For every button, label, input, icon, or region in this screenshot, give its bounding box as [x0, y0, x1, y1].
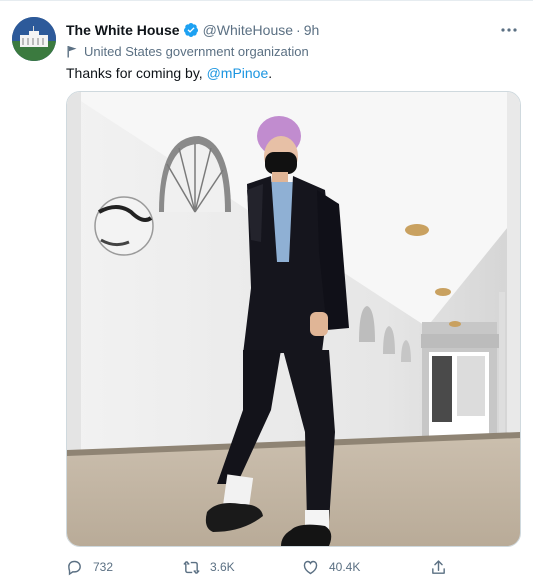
handle[interactable]: @WhiteHouse	[203, 22, 293, 38]
avatar[interactable]	[12, 17, 56, 61]
tweet-text-suffix: .	[268, 65, 273, 81]
tweet-header: The White House @WhiteHouse · 9h	[66, 20, 319, 40]
display-name[interactable]: The White House	[66, 22, 180, 38]
retweet-button[interactable]: 3.6K	[183, 557, 235, 577]
like-count: 40.4K	[329, 560, 361, 574]
heart-icon	[303, 560, 318, 574]
retweet-count: 3.6K	[210, 560, 235, 574]
video-player[interactable]	[66, 91, 521, 547]
more-options-icon[interactable]	[499, 20, 519, 40]
reply-count: 732	[93, 560, 114, 574]
tweet-text: Thanks for coming by, @mPinoe.	[66, 65, 272, 81]
verified-badge-icon	[183, 22, 199, 38]
reply-button[interactable]: 732	[66, 557, 113, 577]
reply-icon	[68, 560, 81, 575]
tweet[interactable]: The White House @WhiteHouse · 9h United …	[0, 0, 533, 583]
retweet-icon	[183, 560, 200, 574]
tweet-text-prefix: Thanks for coming by,	[66, 65, 207, 81]
action-bar: 732 3.6K 40.4K	[66, 557, 521, 577]
flag-icon	[67, 45, 77, 57]
like-button[interactable]: 40.4K	[302, 557, 360, 577]
share-button[interactable]	[430, 557, 457, 577]
account-label: United States government organization	[66, 42, 309, 60]
separator-dot: ·	[296, 22, 301, 38]
timestamp[interactable]: 9h	[304, 22, 320, 38]
mention-link[interactable]: @mPinoe	[207, 65, 269, 81]
account-label-text: United States government organization	[84, 43, 309, 59]
share-icon	[432, 559, 445, 574]
